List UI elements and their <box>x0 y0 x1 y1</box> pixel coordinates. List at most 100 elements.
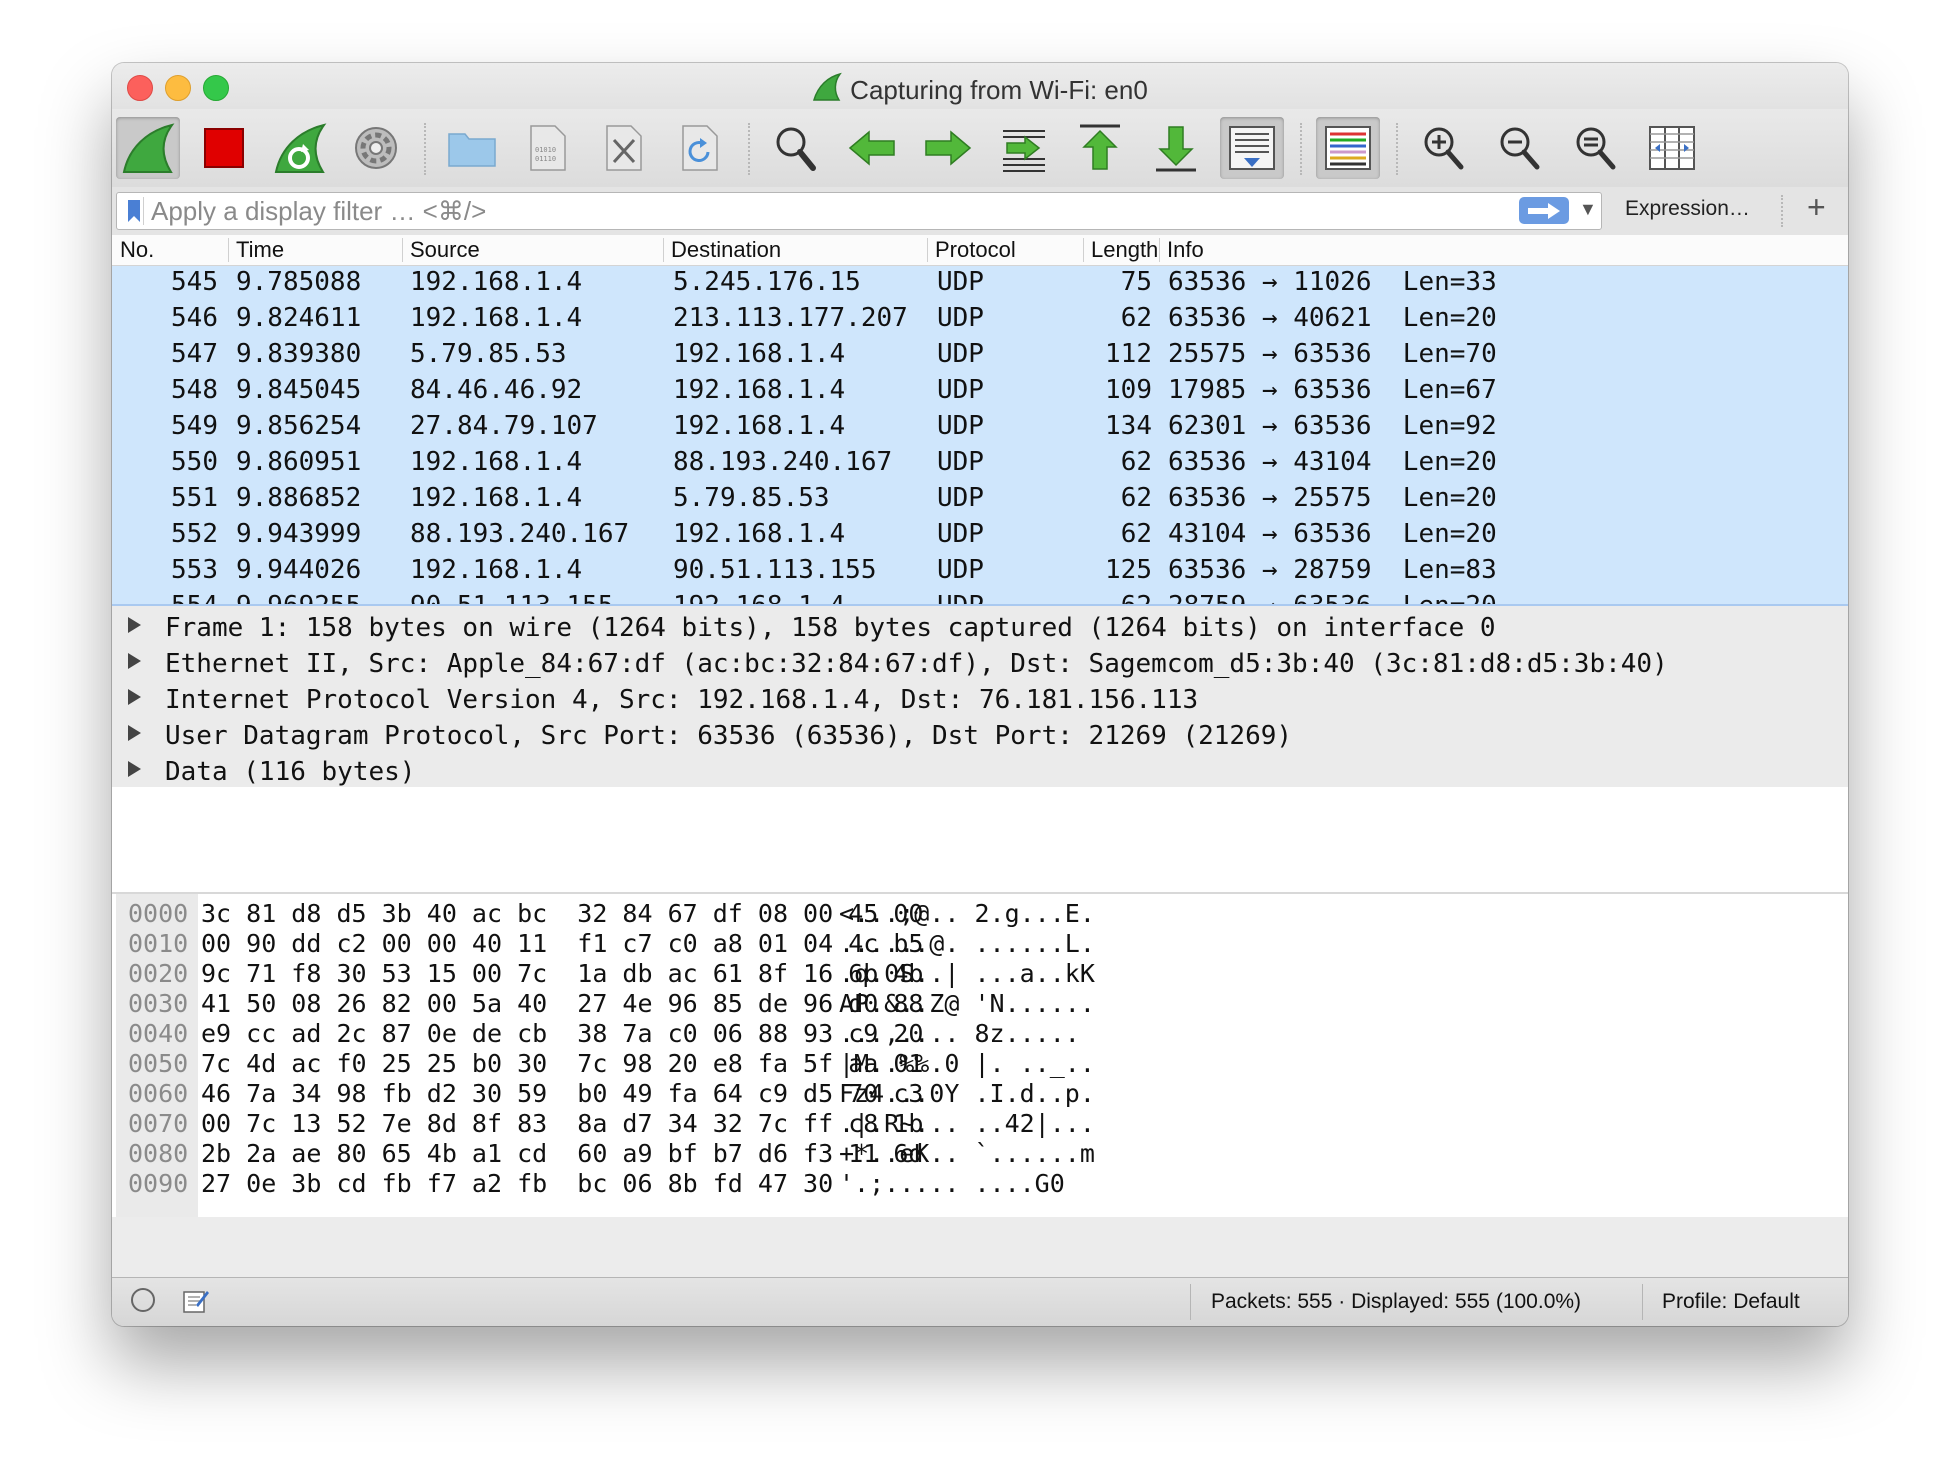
go-first-packet-button[interactable] <box>1068 117 1132 179</box>
hex-dump-row[interactable]: 0020 9c 71 f8 30 53 15 00 7c 1a db ac 61 … <box>112 957 1848 988</box>
expand-triangle-icon[interactable] <box>128 689 141 705</box>
zoom-in-button[interactable] <box>1412 117 1476 179</box>
go-first-packet-icon <box>1080 124 1120 170</box>
restart-capture-button[interactable] <box>268 117 332 179</box>
detail-tree-item[interactable]: Data (116 bytes) <box>112 754 1848 790</box>
expand-triangle-icon[interactable] <box>128 617 141 633</box>
detail-tree-item[interactable]: Ethernet II, Src: Apple_84:67:df (ac:bc:… <box>112 646 1848 682</box>
cell-no: 547 <box>171 339 218 369</box>
cell-destination: 213.113.177.207 <box>673 303 908 333</box>
column-header-time[interactable]: Time <box>236 237 284 263</box>
packet-row[interactable]: 552 9.943999 88.193.240.167 192.168.1.4 UDP 6… <box>112 516 1828 552</box>
column-header-info[interactable]: Info <box>1167 237 1204 263</box>
zoom-in-icon <box>1424 127 1464 170</box>
svg-text:01010: 01010 <box>535 146 556 154</box>
start-capture-button[interactable] <box>116 117 180 179</box>
hex-bytes: 9c 71 f8 30 53 15 00 7c 1a db ac 61 8f 1… <box>201 959 924 988</box>
display-filter-input[interactable]: Apply a display filter … <⌘/> ▼ <box>116 192 1602 230</box>
normal-size-button[interactable] <box>1564 117 1628 179</box>
packet-details[interactable]: Frame 1: 158 bytes on wire (1264 bits), … <box>112 604 1848 892</box>
packet-row[interactable]: 549 9.856254 27.84.79.107 192.168.1.4 UDP 134… <box>112 408 1828 444</box>
packet-row[interactable]: 554 9.969255 90.51.113.155 192.168.1.4 UDP 62… <box>112 588 1828 604</box>
hex-dump-row[interactable]: 0010 00 90 dd c2 00 00 40 11 f1 c7 c0 a8 … <box>112 927 1848 958</box>
expand-triangle-icon[interactable] <box>128 761 141 777</box>
packet-row[interactable]: 546 9.824611 192.168.1.4 213.113.177.207 UDP… <box>112 300 1828 336</box>
stop-capture-icon <box>204 128 244 168</box>
apply-filter-button[interactable] <box>1519 197 1569 224</box>
packet-row[interactable]: 551 9.886852 192.168.1.4 5.79.85.53 UDP 62 635… <box>112 480 1828 516</box>
packet-row[interactable]: 553 9.944026 192.168.1.4 90.51.113.155 UDP 12… <box>112 552 1828 588</box>
bookmark-icon[interactable] <box>127 199 141 228</box>
main-toolbar: 01010 01110 <box>112 109 1848 187</box>
hex-bytes: 27 0e 3b cd fb f7 a2 fb bc 06 8b fd 47 3… <box>201 1169 834 1198</box>
add-filter-button[interactable]: + <box>1807 189 1826 226</box>
cell-info: 43104 → 63536 Len=20 <box>1168 519 1497 549</box>
go-to-packet-button[interactable] <box>992 117 1056 179</box>
hex-dump-row[interactable]: 0000 3c 81 d8 d5 3b 40 ac bc 32 84 67 df … <box>112 897 1848 928</box>
column-header-destination[interactable]: Destination <box>671 237 781 263</box>
colorize-button[interactable] <box>1316 117 1380 179</box>
resize-columns-icon <box>1649 126 1695 170</box>
hex-dump-row[interactable]: 0060 46 7a 34 98 fb d2 30 59 b0 49 fa 64 … <box>112 1077 1848 1108</box>
column-header-no[interactable]: No. <box>120 237 154 263</box>
detail-tree-item[interactable]: Frame 1: 158 bytes on wire (1264 bits), … <box>112 610 1848 646</box>
cell-destination: 192.168.1.4 <box>673 591 845 604</box>
packet-bytes[interactable]: 0000 3c 81 d8 d5 3b 40 ac bc 32 84 67 df … <box>112 892 1848 1217</box>
reload-file-button[interactable] <box>668 117 732 179</box>
hex-ascii: AP.&..Z@ 'N...... <box>839 989 1095 1018</box>
cell-source: 90.51.113.155 <box>410 591 614 604</box>
find-packet-button[interactable] <box>764 117 828 179</box>
cell-info: 63536 → 43104 Len=20 <box>1168 447 1497 477</box>
close-file-button[interactable] <box>592 117 656 179</box>
wireshark-fin-icon <box>812 72 843 109</box>
close-file-icon <box>606 125 642 171</box>
packet-list[interactable]: No. Time Source Destination Protocol Len… <box>112 235 1848 604</box>
filter-history-dropdown-icon[interactable]: ▼ <box>1579 199 1597 220</box>
column-header-length[interactable]: Length <box>1091 237 1158 263</box>
column-header-protocol[interactable]: Protocol <box>935 237 1016 263</box>
colorize-icon <box>1325 126 1371 170</box>
go-to-packet-icon <box>1003 130 1045 172</box>
cell-no: 550 <box>171 447 218 477</box>
go-last-packet-button[interactable] <box>1144 117 1208 179</box>
detail-tree-item[interactable]: User Datagram Protocol, Src Port: 63536 … <box>112 718 1848 754</box>
hex-dump-row[interactable]: 0080 2b 2a ae 80 65 4b a1 cd 60 a9 bf b7 … <box>112 1137 1848 1168</box>
cell-info: 63536 → 40621 Len=20 <box>1168 303 1497 333</box>
cell-destination: 192.168.1.4 <box>673 519 846 549</box>
packet-row[interactable]: 547 9.839380 5.79.85.53 192.168.1.4 UDP 112 25… <box>112 336 1828 372</box>
go-back-button[interactable] <box>840 117 904 179</box>
stop-capture-button[interactable] <box>192 117 256 179</box>
capture-options-button[interactable] <box>344 117 408 179</box>
expert-info-icon[interactable] <box>131 1288 155 1312</box>
hex-dump-row[interactable]: 0030 41 50 08 26 82 00 5a 40 27 4e 96 85 … <box>112 987 1848 1018</box>
hex-offset: 0050 <box>128 1049 189 1078</box>
capture-comment-icon[interactable] <box>182 1287 210 1320</box>
expand-triangle-icon[interactable] <box>128 653 141 669</box>
cell-no: 551 <box>171 483 218 513</box>
column-header-source[interactable]: Source <box>410 237 480 263</box>
expression-button[interactable]: Expression… <box>1625 197 1750 221</box>
hex-dump-row[interactable]: 0070 00 7c 13 52 7e 8d 8f 83 8a d7 34 32 … <box>112 1107 1848 1138</box>
go-forward-icon <box>925 130 972 166</box>
save-file-button[interactable]: 01010 01110 <box>516 117 580 179</box>
cell-destination: 90.51.113.155 <box>673 555 877 585</box>
detail-tree-item[interactable]: Internet Protocol Version 4, Src: 192.16… <box>112 682 1848 718</box>
cell-no: 554 <box>168 591 218 604</box>
hex-offset: 0080 <box>128 1139 189 1168</box>
cell-length: 125 <box>1105 555 1152 585</box>
open-file-button[interactable] <box>440 117 504 179</box>
hex-dump-row[interactable]: 0090 27 0e 3b cd fb f7 a2 fb bc 06 8b fd … <box>112 1167 1848 1198</box>
go-forward-button[interactable] <box>916 117 980 179</box>
expand-triangle-icon[interactable] <box>128 725 141 741</box>
hex-dump-row[interactable]: 0050 7c 4d ac f0 25 25 b0 30 7c 98 20 e8 … <box>112 1047 1848 1078</box>
packet-row[interactable]: 545 9.785088 192.168.1.4 5.245.176.15 UDP 75 6… <box>112 264 1828 300</box>
resize-columns-button[interactable] <box>1640 117 1704 179</box>
status-profile[interactable]: Profile: Default <box>1662 1290 1800 1314</box>
auto-scroll-button[interactable] <box>1220 117 1284 179</box>
cell-destination: 5.79.85.53 <box>673 483 830 513</box>
hex-dump-row[interactable]: 0040 e9 cc ad 2c 87 0e de cb 38 7a c0 06 … <box>112 1017 1848 1048</box>
zoom-out-button[interactable] <box>1488 117 1552 179</box>
packet-row[interactable]: 548 9.845045 84.46.46.92 192.168.1.4 UDP 109 1… <box>112 372 1828 408</box>
cell-time: 9.886852 <box>236 483 362 513</box>
packet-row[interactable]: 550 9.860951 192.168.1.4 88.193.240.167 UDP 6… <box>112 444 1828 480</box>
